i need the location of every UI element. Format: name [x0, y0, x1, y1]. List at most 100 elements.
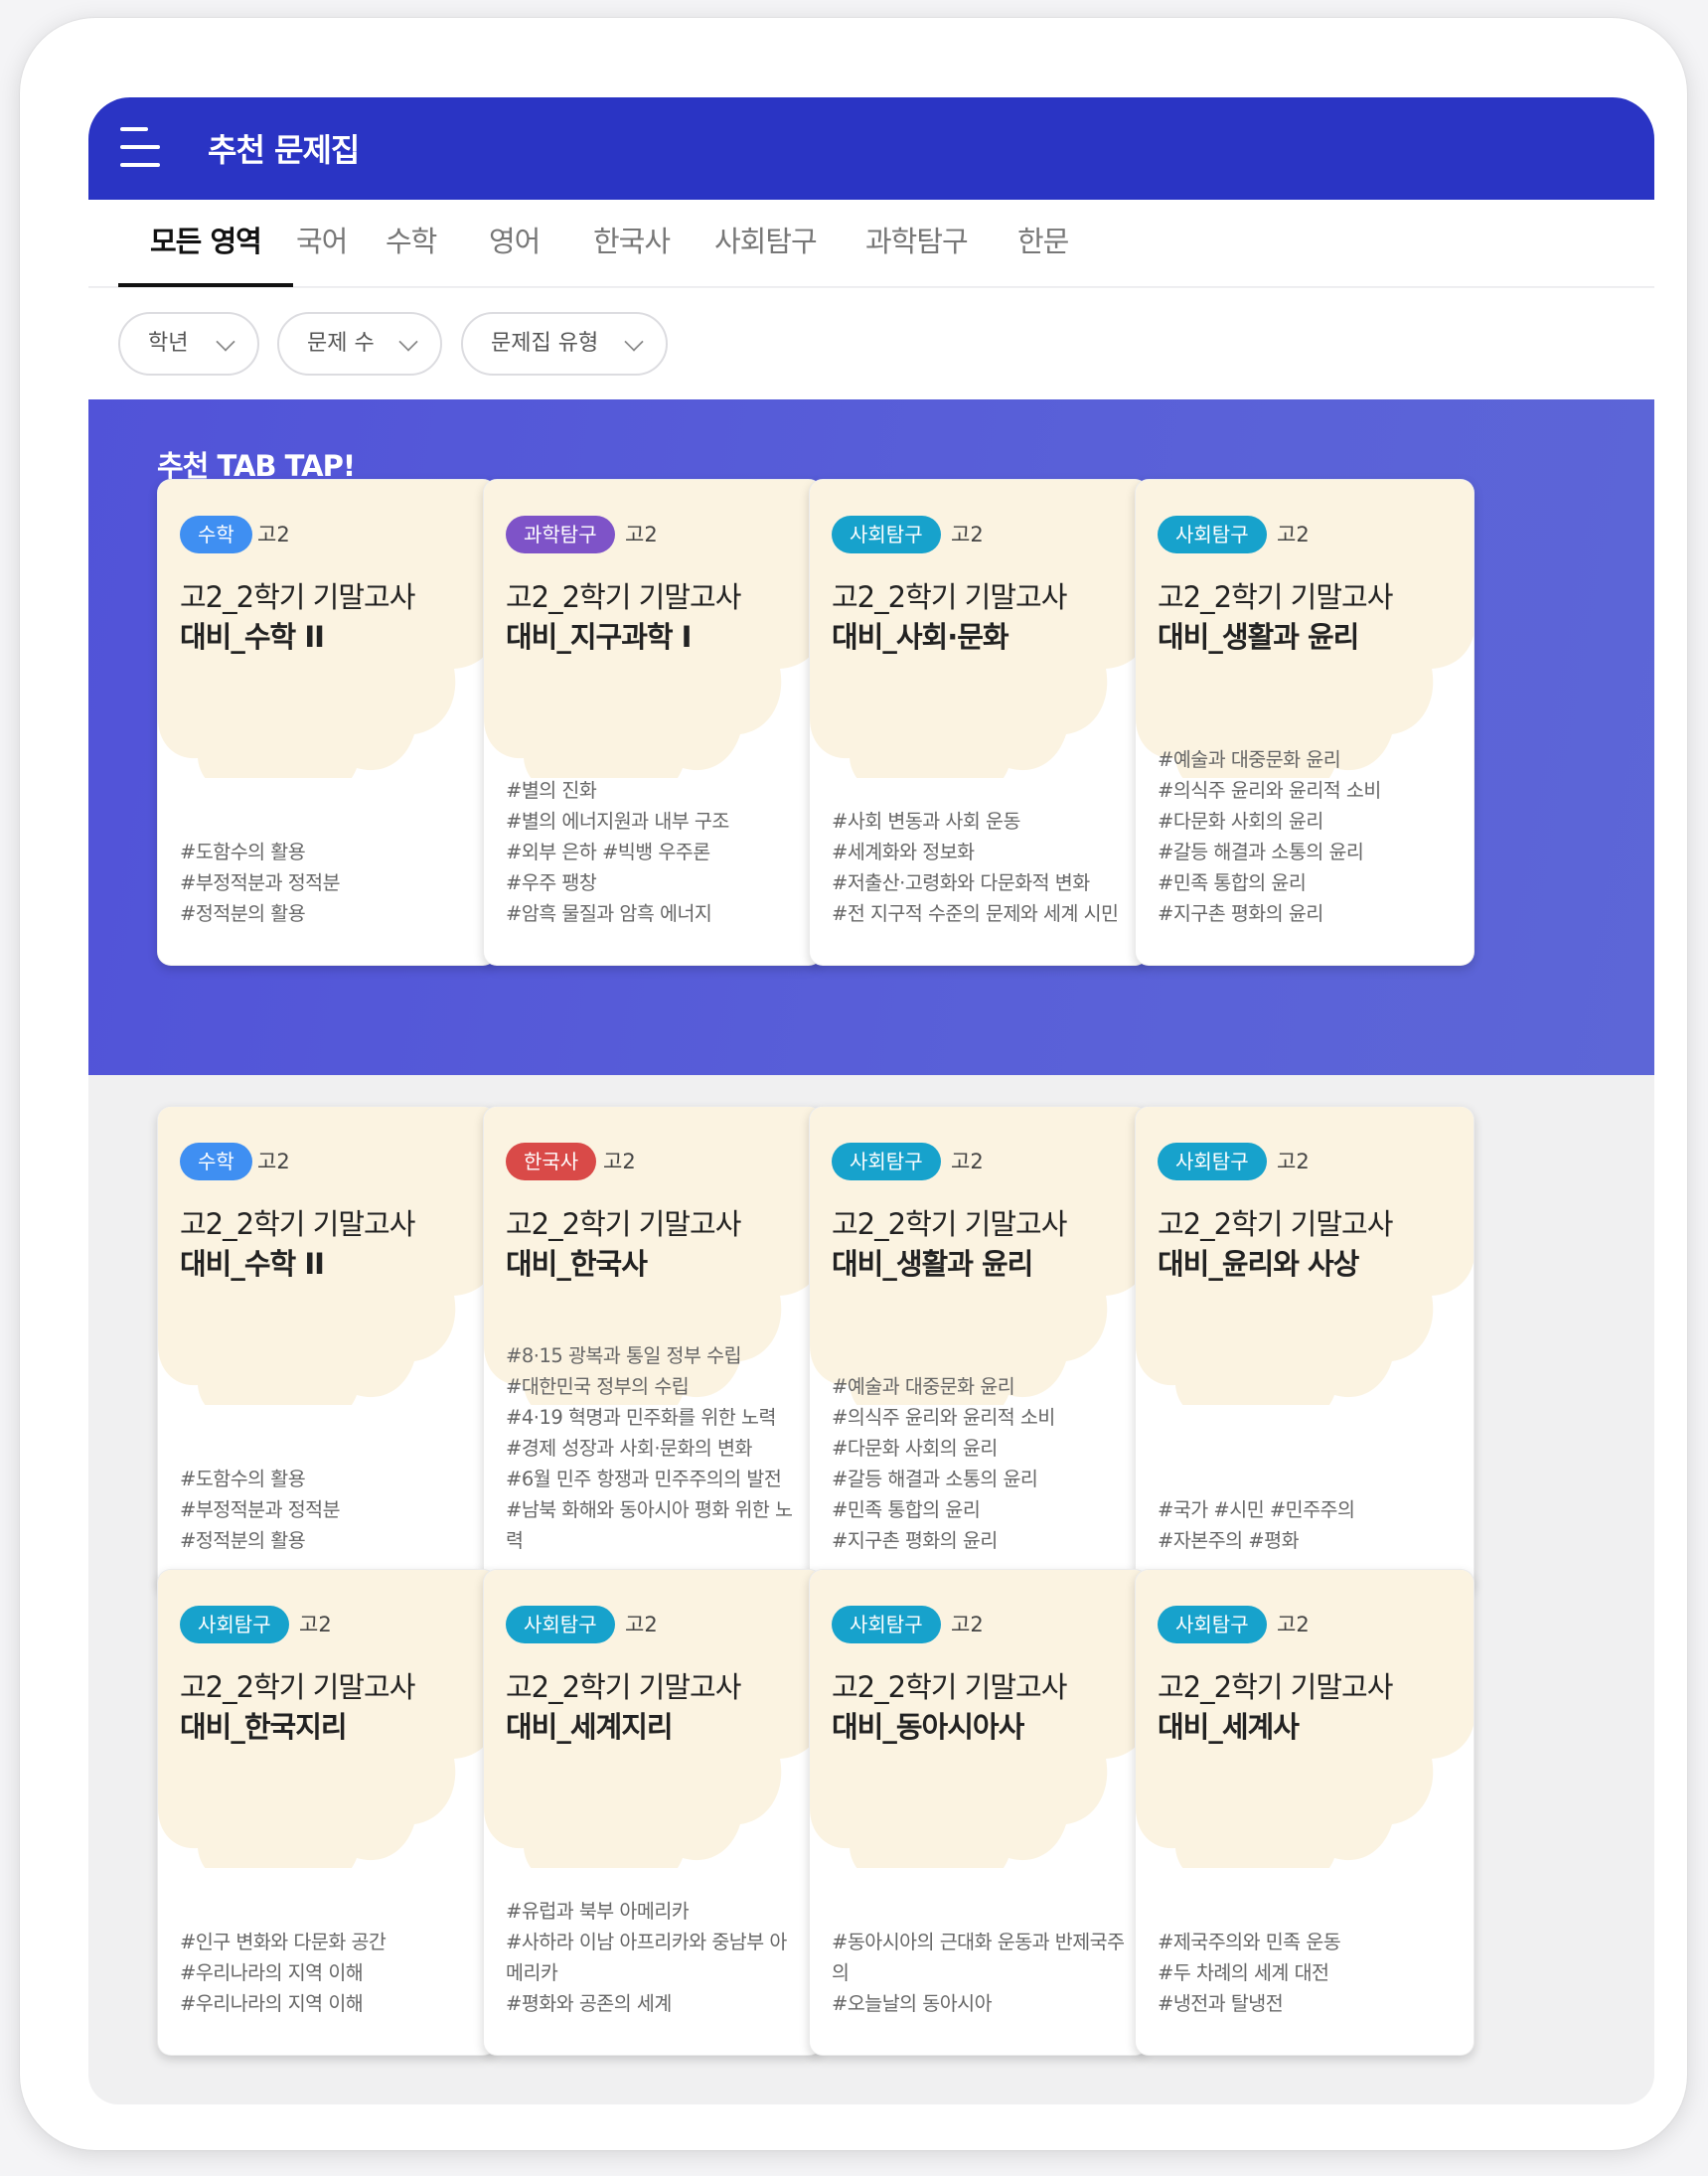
subject-badge: 사회탐구	[832, 1143, 941, 1180]
grade-filter[interactable]: 학년	[118, 312, 259, 376]
topic-tag: #4·19 혁명과 민주화를 위한 노력	[506, 1406, 776, 1429]
topic-tag: #정적분의 활용	[180, 902, 306, 925]
workbook-card[interactable]: 사회탐구 고2 고2_2학기 기말고사 대비_동아시아사 #동아시아의 근대화 운동과 …	[809, 1569, 1149, 2056]
topic-tags: #도함수의 활용 #부정적분과 정적분 #정적분의 활용	[180, 1464, 478, 1556]
topic-tag: #우리나라의 지역 이해	[180, 1961, 364, 1984]
topic-tag: #민족 통합의 윤리	[1158, 871, 1307, 894]
workbook-card[interactable]: 수학 고2 고2_2학기 기말고사 대비_수학 II #도함수의 활용 #부정적분과 정적…	[157, 1106, 497, 1593]
workbook-title-line1: 고2_2학기 기말고사	[1158, 580, 1393, 614]
tab-all[interactable]: 모든 영역	[118, 200, 293, 287]
topic-tag: #민족 통합의 윤리	[832, 1498, 981, 1521]
grade-filter-label: 학년	[148, 331, 189, 356]
subject-badge: 한국사	[506, 1143, 597, 1180]
topic-tag: #의식주 윤리와 윤리적 소비	[832, 1406, 1055, 1429]
topic-tag: #국가 #시민 #민주주의	[1158, 1498, 1355, 1521]
app-bar: 추천 문제집	[88, 97, 1654, 200]
grade-label: 고2	[1277, 523, 1310, 546]
subject-badge: 사회탐구	[832, 516, 941, 553]
workbook-title-line2: 대비_지구과학 I	[506, 620, 692, 654]
workbook-title-line1: 고2_2학기 기말고사	[1158, 1670, 1393, 1704]
workbook-title: 고2_2학기 기말고사대비_동아시아사	[832, 1667, 1130, 1747]
topic-tag: #인구 변화와 다문화 공간	[180, 1931, 387, 1953]
chevron-down-icon	[216, 332, 235, 352]
topic-tags: #국가 #시민 #민주주의 #자본주의 #평화	[1158, 1494, 1456, 1556]
workbook-title-line2: 대비_세계지리	[506, 1710, 674, 1744]
tab-korean-history[interactable]: 한국사	[593, 200, 671, 287]
workbook-card[interactable]: 사회탐구 고2 고2_2학기 기말고사 대비_세계지리 #유럽과 북부 아메리카 #사하라…	[483, 1569, 823, 2056]
topic-tag: #외부 은하 #빅뱅 우주론	[506, 841, 710, 863]
question-count-filter-label: 문제 수	[307, 331, 375, 356]
grade-label: 고2	[257, 523, 290, 546]
workbook-title: 고2_2학기 기말고사 대비_세계지리	[506, 1667, 804, 1747]
workbook-card[interactable]: 수학 고2 고2_2학기 기말고사 대비_수학 II #도함수의 활용 #부정적분과 정적…	[157, 479, 497, 966]
workbook-card[interactable]: 사회탐구 고2 고2_2학기 기말고사 대비_한국지리 #인구 변화와 다문화 공간 #우…	[157, 1569, 497, 2056]
subject-badge: 사회탐구	[180, 1606, 289, 1643]
topic-tag: #냉전과 탈냉전	[1158, 1992, 1284, 2015]
topic-tag: #제국주의와 민족 운동	[1158, 1931, 1341, 1953]
topic-tag: #전 지구적 수준의 문제와 세계 시민	[832, 902, 1119, 925]
topic-tag: #정적분의 활용	[180, 1529, 306, 1552]
workbook-card[interactable]: 과학탐구 고2 고2_2학기 기말고사 대비_지구과학 I #별의 진화 #별의 에너지원…	[483, 479, 823, 966]
workbook-title-line2: 대비_생활과 윤리	[1158, 620, 1359, 654]
topic-tag: #도함수의 활용	[180, 841, 306, 863]
chevron-down-icon	[624, 332, 644, 352]
topic-tag: #사회 변동과 사회 운동	[832, 810, 1020, 833]
topic-tag: #유럽과 북부 아메리카	[506, 1900, 690, 1923]
workbook-title: 고2_2학기 기말고사 대비_사회·문화	[832, 577, 1130, 657]
workbook-title: 고2_2학기 기말고사대비_세계사	[1158, 1667, 1456, 1747]
question-count-filter[interactable]: 문제 수	[277, 312, 442, 376]
subject-badge: 사회탐구	[832, 1606, 941, 1643]
tab-science[interactable]: 과학탐구	[865, 200, 969, 287]
workbook-card[interactable]: 사회탐구 고2 고2_2학기 기말고사 대비_윤리와 사상 #국가 #시민 #민주주의 #…	[1135, 1106, 1475, 1593]
topic-tag: #예술과 대중문화 윤리	[1158, 748, 1341, 771]
topic-tag: #대한민국 정부의 수립	[506, 1375, 690, 1398]
subject-badge: 수학	[180, 516, 252, 553]
topic-tag: #오늘날의 동아시아	[832, 1992, 993, 2015]
topic-tag: #암흑 물질과 암흑 에너지	[506, 902, 712, 925]
topic-tags: #사회 변동과 사회 운동 #세계화와 정보화 #저출산·고령화와 다문화적 변화 #…	[832, 806, 1130, 929]
workbook-card[interactable]: 한국사 고2 고2_2학기 기말고사 대비_한국사 #8·15 광복과 통일 정부 수립…	[483, 1106, 823, 1593]
grade-label: 고2	[1277, 1150, 1310, 1173]
topic-tag: #의식주 윤리와 윤리적 소비	[1158, 779, 1381, 802]
topic-tag: #세계화와 정보화	[832, 841, 975, 863]
grade-label: 고2	[951, 523, 984, 546]
subject-badge: 수학	[180, 1143, 252, 1180]
workbook-title-line1: 고2_2학기 기말고사	[180, 1207, 415, 1241]
workbook-title-line2: 대비_세계사	[1158, 1710, 1300, 1744]
workbook-card[interactable]: 사회탐구 고2 고2_2학기 기말고사 대비_생활과 윤리 #예술과 대중문화 윤리 #의…	[1135, 479, 1475, 966]
workbook-card[interactable]: 사회탐구 고2 고2_2학기 기말고사 대비_세계사 #제국주의와 민족 운동 #두 차례…	[1135, 1569, 1475, 2056]
workbook-title: 고2_2학기 기말고사 대비_윤리와 사상	[1158, 1204, 1456, 1284]
topic-tags: #별의 진화 #별의 에너지원과 내부 구조 #외부 은하 #빅뱅 우주론 #우주 팽…	[506, 775, 804, 929]
tab-math[interactable]: 수학	[386, 200, 437, 287]
tab-english[interactable]: 영어	[489, 200, 541, 287]
workbook-title-line2: 대비_사회·문화	[832, 620, 1009, 654]
topic-tag: #8·15 광복과 통일 정부 수립	[506, 1344, 742, 1367]
workbook-title: 고2_2학기 기말고사 대비_수학 II	[180, 577, 478, 657]
subject-tabs: 모든 영역 국어 수학 영어 한국사 사회탐구 과학탐구 한문	[88, 200, 1654, 287]
tab-chinese-classics[interactable]: 한문	[1017, 200, 1069, 287]
workbook-card[interactable]: 사회탐구 고2 고2_2학기 기말고사 대비_사회·문화 #사회 변동과 사회 운동 #세…	[809, 479, 1149, 966]
topic-tag: #두 차례의 세계 대전	[1158, 1961, 1329, 1984]
workbook-title-line2: 대비_생활과 윤리	[832, 1247, 1033, 1281]
workbook-card[interactable]: 사회탐구 고2 고2_2학기 기말고사 대비_생활과 윤리 #예술과 대중문화 윤리 #의…	[809, 1106, 1149, 1593]
workbook-type-filter[interactable]: 문제집 유형	[461, 312, 668, 376]
workbook-title-line1: 고2_2학기 기말고사	[506, 1207, 741, 1241]
workbook-title-line1: 고2_2학기 기말고사	[832, 1670, 1067, 1704]
subject-badge: 과학탐구	[506, 516, 615, 553]
topic-tag: #평화와 공존의 세계	[506, 1992, 672, 2015]
tab-korean[interactable]: 국어	[296, 200, 348, 287]
tab-social-studies[interactable]: 사회탐구	[714, 200, 818, 287]
topic-tags: #예술과 대중문화 윤리 #의식주 윤리와 윤리적 소비 #다문화 사회의 윤리 #갈…	[832, 1371, 1130, 1556]
topic-tag: #부정적분과 정적분	[180, 871, 341, 894]
topic-tag: #별의 에너지원과 내부 구조	[506, 810, 729, 833]
filter-bar: 학년 문제 수 문제집 유형	[88, 288, 1654, 399]
grade-label: 고2	[1277, 1613, 1310, 1636]
topic-tag: #다문화 사회의 윤리	[832, 1437, 998, 1460]
menu-icon[interactable]	[120, 125, 166, 169]
topic-tag: #갈등 해결과 소통의 윤리	[1158, 841, 1364, 863]
subject-badge: 사회탐구	[1158, 1143, 1267, 1180]
workbook-title-line1: 고2_2학기 기말고사	[180, 580, 415, 614]
workbook-title-line2: 대비_동아시아사	[832, 1710, 1024, 1744]
app-screen: 추천 문제집 모든 영역 국어 수학 영어 한국사 사회탐구 과학탐구 한문 학…	[88, 97, 1654, 2104]
grade-label: 고2	[625, 1613, 658, 1636]
